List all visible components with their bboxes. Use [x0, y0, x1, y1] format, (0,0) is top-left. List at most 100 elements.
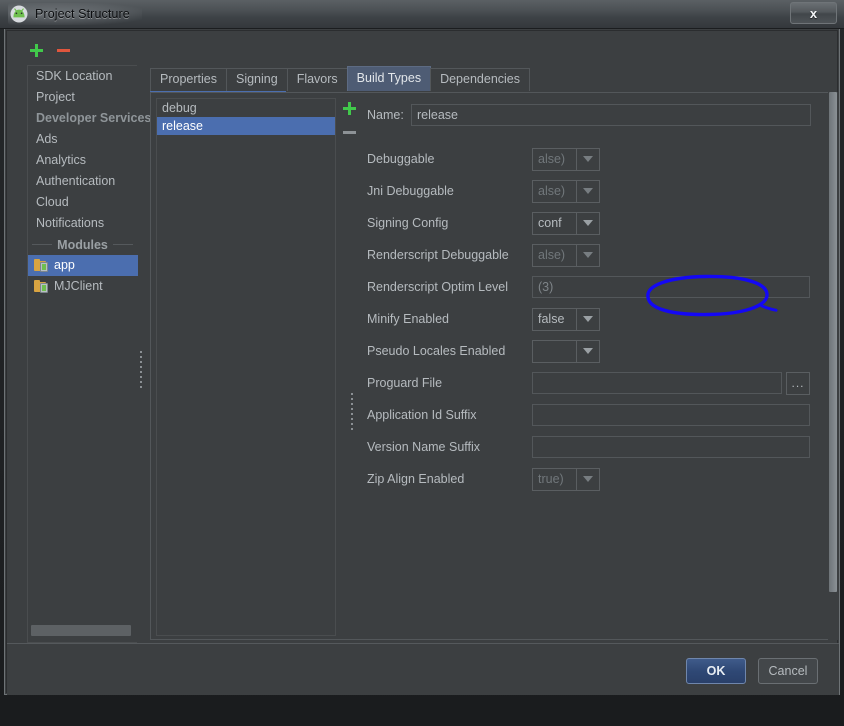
- cancel-button[interactable]: Cancel: [758, 658, 818, 684]
- combo-value-pseudo-locales-enabled: [532, 339, 576, 363]
- input-renderscript-optim-level[interactable]: (3): [532, 276, 810, 298]
- form-row-minify-enabled: Minify Enabled false: [367, 307, 600, 331]
- label-pseudo-locales-enabled: Pseudo Locales Enabled: [367, 344, 506, 358]
- name-input[interactable]: release: [411, 104, 811, 126]
- form-row-zip-align-enabled: Zip Align Enabled true): [367, 467, 600, 491]
- ok-button[interactable]: OK: [686, 658, 746, 684]
- label-minify-enabled: Minify Enabled: [367, 312, 449, 326]
- dialog-body: SDK Location Project Developer Services Ads…: [6, 30, 839, 695]
- label-debuggable: Debuggable: [367, 152, 435, 166]
- tab-signing[interactable]: Signing: [225, 68, 288, 91]
- window-titlebar: Project Structure x: [0, 0, 844, 29]
- sidebar-item-ads[interactable]: Ads: [28, 129, 137, 150]
- module-icon: [34, 280, 49, 293]
- android-studio-icon: [10, 5, 28, 23]
- window-title: Project Structure: [35, 7, 130, 21]
- sidebar-item-analytics[interactable]: Analytics: [28, 150, 137, 171]
- divider-line: [32, 244, 53, 245]
- form-row-pseudo-locales-enabled: Pseudo Locales Enabled: [367, 339, 600, 363]
- label-signing-config: Signing Config: [367, 216, 449, 230]
- sidebar-item-app[interactable]: app: [28, 255, 138, 276]
- chevron-down-icon[interactable]: [576, 211, 600, 235]
- combo-signing-config[interactable]: conf: [532, 211, 600, 235]
- plus-icon[interactable]: [29, 43, 44, 58]
- build-type-item-release[interactable]: release: [157, 117, 335, 135]
- combo-renderscript-debuggable[interactable]: alse): [532, 243, 600, 267]
- close-button[interactable]: x: [790, 2, 837, 24]
- sidebar-section-header: Developer Services: [36, 111, 152, 125]
- label-application-id-suffix: Application Id Suffix: [367, 408, 477, 422]
- sidebar-item-sdk-location[interactable]: SDK Location: [28, 66, 137, 87]
- splitter-grip-middle[interactable]: [349, 393, 356, 433]
- divider-line: [112, 244, 134, 245]
- label-renderscript-optim-level: Renderscript Optim Level: [367, 280, 509, 294]
- scrollbar-thumb[interactable]: [31, 625, 131, 636]
- minus-icon[interactable]: [56, 43, 71, 58]
- browse-button-proguard-file[interactable]: ...: [786, 371, 810, 395]
- titlebar-label-group: Project Structure: [8, 3, 142, 25]
- build-types-panel: debug release Name: release Debuggable a…: [150, 92, 836, 640]
- sidebar-item-authentication[interactable]: Authentication: [28, 171, 137, 192]
- divider-label: Modules: [57, 237, 108, 252]
- sidebar-item-project[interactable]: Project: [28, 87, 137, 108]
- dialog-footer: OK Cancel: [7, 644, 839, 695]
- project-structure-window: Project Structure x SDK Location Project D…: [0, 0, 844, 700]
- sidebar-item-label: app: [54, 258, 75, 272]
- sidebar-item-label: MJClient: [54, 279, 103, 293]
- main-panel: Properties Signing Flavors Build Types Depen…: [147, 31, 839, 643]
- sidebar: SDK Location Project Developer Services Ads…: [11, 31, 152, 643]
- input-version-name-suffix[interactable]: [532, 436, 810, 458]
- sidebar-item-mjclient[interactable]: MJClient: [28, 276, 137, 297]
- name-label: Name:: [367, 108, 404, 122]
- tab-flavors[interactable]: Flavors: [286, 68, 348, 91]
- sidebar-horizontal-scrollbar[interactable]: [28, 624, 136, 637]
- form-row-renderscript-debuggable: Renderscript Debuggable alse): [367, 243, 600, 267]
- tab-properties[interactable]: Properties: [150, 68, 227, 91]
- sidebar-item-cloud[interactable]: Cloud: [28, 192, 137, 213]
- label-version-name-suffix: Version Name Suffix: [367, 440, 481, 454]
- chevron-down-icon[interactable]: [576, 179, 600, 203]
- dialog-frame: SDK Location Project Developer Services Ads…: [4, 29, 840, 695]
- chevron-down-icon[interactable]: [576, 307, 600, 331]
- tab-dependencies[interactable]: Dependencies: [430, 68, 530, 91]
- form-row-renderscript-optim-level: Renderscript Optim Level (3): [367, 276, 810, 298]
- form-row-jni-debuggable: Jni Debuggable alse): [367, 179, 600, 203]
- desktop-backdrop: Project Structure x SDK Location Project D…: [0, 0, 844, 726]
- splitter-grip-left[interactable]: [138, 351, 145, 391]
- chevron-down-icon[interactable]: [576, 243, 600, 267]
- scrollbar-thumb[interactable]: [829, 92, 837, 592]
- combo-jni-debuggable[interactable]: alse): [532, 179, 600, 203]
- sidebar-modules-divider: Modules: [28, 234, 137, 255]
- combo-pseudo-locales-enabled[interactable]: [532, 339, 600, 363]
- sidebar-item-notifications[interactable]: Notifications: [28, 213, 137, 234]
- dialog-content: SDK Location Project Developer Services Ads…: [7, 31, 839, 643]
- combo-value-signing-config: conf: [532, 211, 576, 235]
- form-row-proguard-file: Proguard File...: [367, 371, 810, 395]
- combo-value-renderscript-debuggable: alse): [532, 243, 576, 267]
- form-row-debuggable: Debuggable alse): [367, 147, 600, 171]
- chevron-down-icon[interactable]: [576, 147, 600, 171]
- input-group-proguard-file: ...: [532, 371, 810, 395]
- minus-icon[interactable]: [342, 125, 357, 140]
- input-proguard-file[interactable]: [532, 371, 782, 394]
- combo-debuggable[interactable]: alse): [532, 147, 600, 171]
- combo-minify-enabled[interactable]: false: [532, 307, 600, 331]
- chevron-down-icon[interactable]: [576, 467, 600, 491]
- combo-zip-align-enabled[interactable]: true): [532, 467, 600, 491]
- tab-build-types[interactable]: Build Types: [346, 66, 432, 91]
- form-row-name: Name: release: [367, 104, 811, 126]
- label-zip-align-enabled: Zip Align Enabled: [367, 472, 465, 486]
- form-row-application-id-suffix: Application Id Suffix: [367, 404, 810, 426]
- label-renderscript-debuggable: Renderscript Debuggable: [367, 248, 509, 262]
- chevron-down-icon[interactable]: [576, 339, 600, 363]
- sidebar-toolbar: [11, 37, 137, 63]
- input-application-id-suffix[interactable]: [532, 404, 810, 426]
- combo-value-minify-enabled: false: [532, 307, 576, 331]
- tab-bar: Properties Signing Flavors Build Types Depen…: [150, 66, 530, 91]
- combo-value-jni-debuggable: alse): [532, 179, 576, 203]
- build-type-item-debug[interactable]: debug: [157, 99, 335, 117]
- main-vertical-scrollbar[interactable]: [828, 92, 838, 640]
- plus-icon[interactable]: [342, 101, 357, 116]
- sidebar-list: SDK Location Project Developer Services Ads…: [27, 65, 152, 643]
- form-row-version-name-suffix: Version Name Suffix: [367, 436, 810, 458]
